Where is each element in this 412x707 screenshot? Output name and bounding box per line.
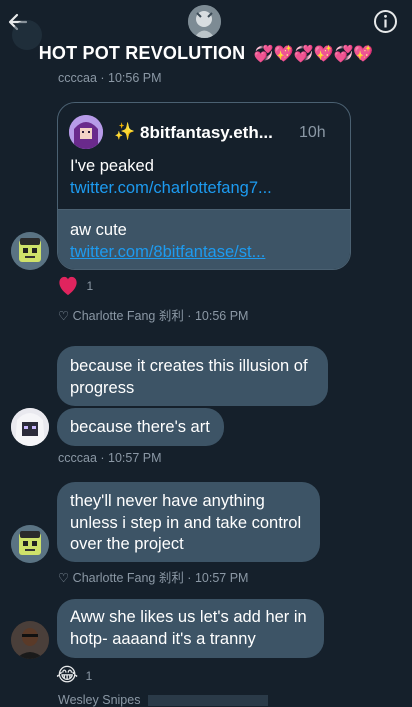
heart-icon bbox=[59, 276, 77, 296]
laugh-emoji-icon: 😂 bbox=[56, 665, 79, 686]
reply-link[interactable]: twitter.com/8bitfantase/st... bbox=[70, 243, 265, 261]
quoted-tweet-text: I've peaked twitter.com/charlottefang7..… bbox=[70, 157, 272, 197]
group-avatar[interactable] bbox=[188, 5, 221, 38]
shared-tweet-card[interactable]: ✨ 8bitfantasy.eth... 10h I've peaked twi… bbox=[57, 102, 351, 270]
reaction-laugh[interactable]: 😂 1 bbox=[56, 664, 92, 688]
title-text: HOT POT REVOLUTION bbox=[38, 43, 246, 63]
quoted-author-name: 8bitfantasy.eth... bbox=[140, 123, 273, 142]
user-avatar-photo[interactable] bbox=[11, 621, 49, 659]
quoted-author-avatar bbox=[69, 115, 103, 149]
title-emoji: 💞💖💞💖💞💖 bbox=[253, 46, 374, 63]
sparkle-badge: ✨ bbox=[114, 122, 136, 141]
user-avatar-robot[interactable] bbox=[11, 232, 49, 270]
message-meta: ccccaa · 10:57 PM bbox=[58, 451, 162, 465]
message-bubble[interactable]: because there's art bbox=[57, 408, 224, 446]
user-avatar-robot[interactable] bbox=[11, 525, 49, 563]
faded-avatar bbox=[12, 20, 42, 50]
quoted-tweet-link[interactable]: twitter.com/charlottefang7... bbox=[70, 179, 272, 197]
liked-by-meta: ♡ Charlotte Fang 刹利 · 10:57 PM bbox=[58, 571, 249, 585]
info-circle-icon bbox=[374, 10, 397, 33]
redacted-bar bbox=[147, 695, 268, 707]
liked-by-meta: ♡ Charlotte Fang 刹利 · 10:56 PM bbox=[58, 309, 249, 323]
message-bubble[interactable]: they'll never have anything unless i ste… bbox=[57, 482, 320, 562]
reaction-heart[interactable]: 1 bbox=[57, 276, 93, 298]
conversation-title: HOT POT REVOLUTION 💞💖💞💖💞💖 bbox=[0, 43, 412, 64]
quoted-tweet-age: 10h bbox=[299, 124, 326, 141]
reply-bubble: aw cute twitter.com/8bitfantase/st... bbox=[58, 209, 350, 269]
reaction-count: 1 bbox=[86, 279, 94, 293]
message-bubble[interactable]: because it creates this illusion of prog… bbox=[57, 346, 328, 406]
message-bubble[interactable]: Aww she likes us let's add her in hotp- … bbox=[57, 599, 324, 658]
info-button[interactable] bbox=[373, 9, 398, 34]
liked-by-meta: Wesley Snipes bbox=[58, 693, 268, 707]
message-meta: ccccaa · 10:56 PM bbox=[58, 71, 162, 85]
reaction-count: 1 bbox=[85, 668, 93, 683]
user-avatar-anime[interactable] bbox=[11, 408, 49, 446]
